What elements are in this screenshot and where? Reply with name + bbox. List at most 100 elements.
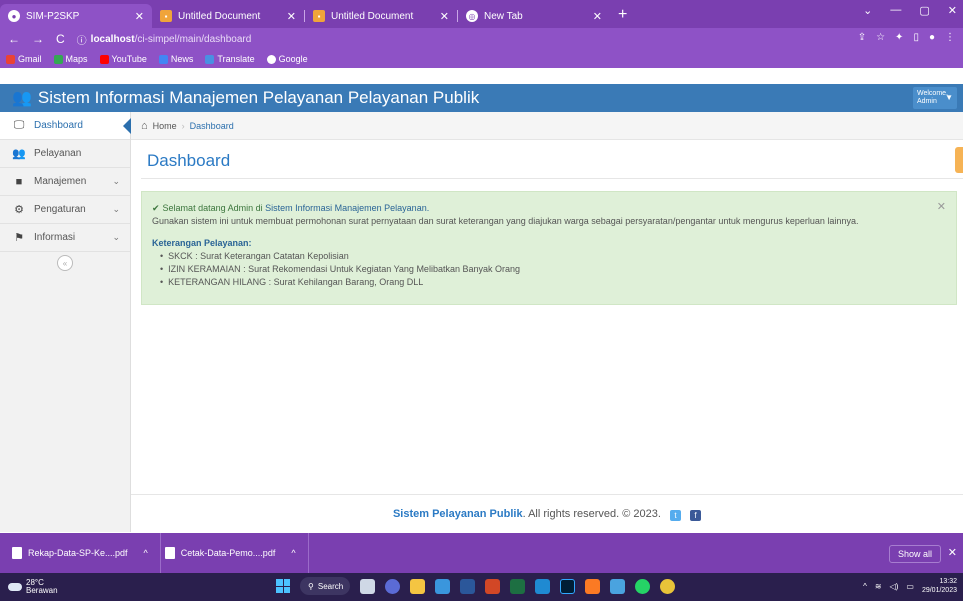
new-tab-icon[interactable]: +	[618, 6, 627, 24]
clock-date: 29/01/2023	[921, 587, 957, 594]
chevron-up-icon[interactable]: ^	[291, 548, 295, 558]
xampp-icon[interactable]	[585, 578, 600, 594]
close-icon[interactable]: ✕	[440, 10, 449, 23]
close-icon[interactable]: ✕	[135, 10, 144, 23]
tab-sim-p2skp[interactable]: ● SIM-P2SKP ✕	[0, 4, 152, 28]
share-icon[interactable]: ⇪	[858, 32, 866, 43]
maximize-icon[interactable]: ▢	[919, 4, 929, 17]
menu-icon[interactable]: ⋮	[945, 32, 955, 43]
profile-icon[interactable]: ●	[929, 32, 935, 43]
info-icon[interactable]: ⓘ	[77, 32, 87, 47]
back-arrow-icon[interactable]: ←	[8, 32, 20, 46]
app-brand[interactable]: Sistem Informasi Manajemen Pelayanan Pel…	[38, 88, 479, 108]
users-icon: 👥	[12, 90, 32, 107]
powerpoint-icon[interactable]	[485, 578, 500, 594]
tab-untitled-2[interactable]: ▪ Untitled Document ✕	[305, 4, 457, 28]
close-icon[interactable]: ✕	[287, 10, 296, 23]
sidebar-item-pengaturan[interactable]: ⚙ Pengaturan ⌄	[0, 196, 130, 224]
bookmark-youtube[interactable]: YouTube	[99, 54, 147, 64]
translate-icon	[205, 54, 215, 64]
bookmark-maps[interactable]: Maps	[53, 54, 88, 64]
tab-untitled-1[interactable]: ▪ Untitled Document ✕	[152, 4, 304, 28]
screen: ● SIM-P2SKP ✕ ▪ Untitled Document ✕ ▪ Un…	[0, 0, 963, 601]
app-icon[interactable]	[610, 578, 625, 594]
tab-title: SIM-P2SKP	[26, 10, 80, 22]
photoshop-icon[interactable]	[560, 578, 575, 594]
bookmark-label: Google	[278, 54, 308, 64]
bookmark-gmail[interactable]: Gmail	[6, 54, 42, 64]
double-chevron-left-icon[interactable]: «	[57, 255, 73, 271]
file-icon	[164, 547, 175, 559]
url-field[interactable]: localhost/ci-simpel/main/dashboard	[91, 34, 252, 45]
footer-text: . All rights reserved. © 2023.	[522, 508, 661, 520]
word-icon[interactable]	[460, 578, 475, 594]
sidebar-item-pelayanan[interactable]: 👥 Pelayanan	[0, 140, 130, 168]
alert-description: Gunakan sistem ini untuk membuat permoho…	[152, 216, 859, 226]
clock[interactable]: 13:32 29/01/2023	[922, 577, 957, 595]
chrome-icon: ◎	[466, 10, 478, 22]
settings-toggle[interactable]	[955, 147, 963, 173]
sidebar-item-manajemen[interactable]: ■ Manajemen ⌄	[0, 168, 130, 196]
battery-icon[interactable]: ▭	[906, 582, 914, 591]
clock-time: 13:32	[939, 578, 957, 585]
excel-icon[interactable]	[510, 578, 525, 594]
facebook-icon[interactable]: f	[690, 510, 702, 521]
chevron-up-icon[interactable]: ^	[144, 548, 148, 558]
page-top-gap	[0, 68, 963, 84]
browser-tab-strip: ● SIM-P2SKP ✕ ▪ Untitled Document ✕ ▪ Un…	[0, 0, 963, 28]
welcome-line: ✔ Selamat datang Admin di Sistem Informas…	[152, 202, 946, 215]
bookmark-label: Translate	[217, 54, 255, 64]
vscode-icon[interactable]	[535, 578, 550, 594]
monitor-icon: 🖵	[13, 119, 25, 131]
reload-icon[interactable]: C	[56, 32, 65, 46]
close-icon[interactable]: ✕	[937, 201, 946, 214]
file-explorer-icon[interactable]	[410, 578, 425, 594]
volume-icon[interactable]: ◁)	[890, 582, 899, 591]
user-menu-button[interactable]: Welcome, Admin ▼	[913, 87, 957, 109]
whatsapp-icon[interactable]	[635, 578, 650, 594]
store-icon[interactable]	[435, 578, 450, 594]
chevron-down-icon[interactable]: ⌄	[863, 4, 872, 17]
bookmark-label: News	[170, 54, 194, 64]
close-icon[interactable]: ✕	[948, 546, 957, 559]
sidebar-item-dashboard[interactable]: 🖵 Dashboard	[0, 112, 131, 140]
globe-icon: ●	[8, 10, 20, 22]
taskbar-search[interactable]: ⚲ Search	[300, 577, 350, 595]
list-item: KETERANGAN HILANG : Surat Kehilangan Bar…	[160, 276, 946, 289]
weather-widget[interactable]: 28°C Berawan	[0, 579, 58, 595]
chevron-up-icon[interactable]: ^	[863, 582, 867, 591]
chevron-down-icon: ⌄	[112, 176, 120, 186]
close-icon[interactable]: ✕	[593, 10, 602, 23]
tab-title: Untitled Document	[331, 10, 414, 22]
extension-icon[interactable]: ✦	[895, 32, 903, 43]
check-icon: ✔	[152, 203, 160, 213]
forward-arrow-icon[interactable]: →	[32, 32, 44, 46]
bookmark-google[interactable]: Google	[266, 54, 308, 64]
close-window-icon[interactable]: ✕	[948, 4, 957, 17]
twitter-icon[interactable]: t	[669, 510, 681, 521]
sidebar-item-label: Manajemen	[34, 176, 87, 187]
download-item[interactable]: Cetak-Data-Pemo....pdf ^	[161, 533, 309, 573]
wifi-icon[interactable]: ≋	[875, 582, 882, 591]
sidebar-item-label: Pelayanan	[34, 148, 82, 159]
show-all-button[interactable]: Show all	[888, 545, 941, 563]
task-view-icon[interactable]	[360, 578, 375, 594]
star-icon[interactable]: ☆	[876, 32, 885, 43]
bookmark-translate[interactable]: Translate	[205, 54, 255, 64]
breadcrumb-home[interactable]: Home	[153, 121, 177, 131]
sidepanel-icon[interactable]: ▯	[913, 32, 919, 43]
youtube-icon	[99, 54, 109, 64]
tab-new-tab[interactable]: ◎ New Tab ✕	[458, 4, 610, 28]
bookmark-news[interactable]: News	[158, 54, 194, 64]
chrome-icon[interactable]	[660, 578, 675, 594]
sidebar-item-informasi[interactable]: ⚑ Informasi ⌄	[0, 224, 130, 252]
windows-start-icon[interactable]	[276, 579, 290, 593]
footer-link[interactable]: Sistem Pelayanan Publik	[393, 508, 523, 520]
chat-icon[interactable]	[385, 578, 400, 594]
download-item[interactable]: Rekap-Data-SP-Ke....pdf ^	[8, 533, 161, 573]
chevron-down-icon: ⌄	[112, 204, 120, 214]
address-bar: ← → C ⓘ localhost/ci-simpel/main/dashboa…	[0, 28, 963, 50]
news-icon	[158, 54, 168, 64]
bookmarks-bar: Gmail Maps YouTube News Translate Google	[0, 50, 963, 68]
minimize-icon[interactable]: —	[890, 4, 901, 17]
